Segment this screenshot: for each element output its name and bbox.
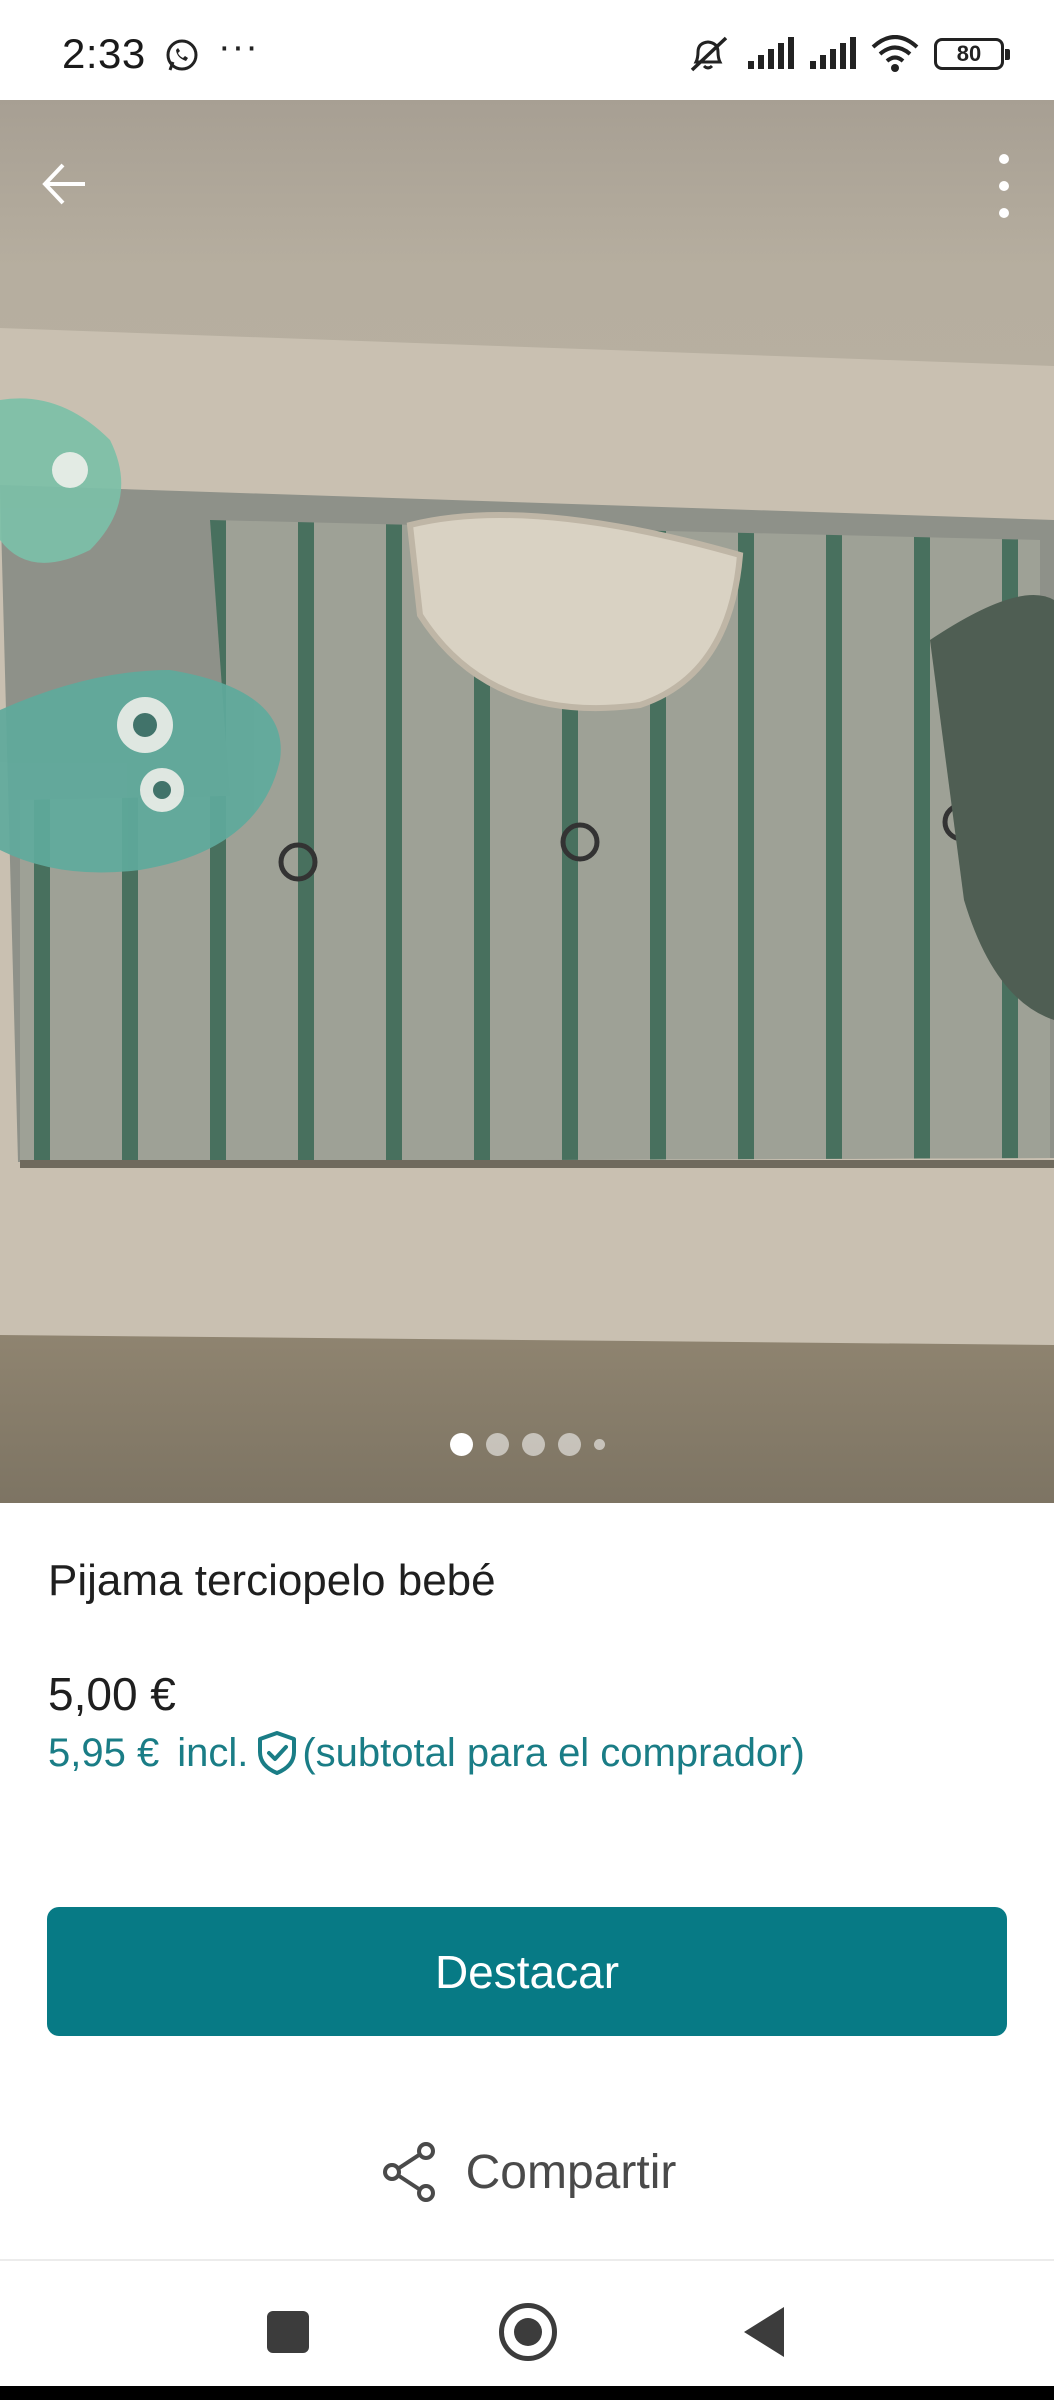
back-button[interactable] [30, 150, 98, 218]
signal-icon [810, 37, 856, 69]
product-photo[interactable] [0, 100, 1054, 1503]
status-overflow: ··· [218, 26, 259, 68]
image-pager[interactable] [0, 1433, 1054, 1456]
system-nav-bar [0, 2261, 1054, 2386]
battery-icon: 80 [934, 38, 1010, 70]
buyer-price-note: (subtotal para el comprador) [302, 1730, 805, 1775]
shield-check-icon [256, 1730, 298, 1776]
pager-dot[interactable] [485, 1433, 509, 1456]
battery-level: 80 [956, 41, 982, 66]
pager-dot[interactable] [593, 1439, 605, 1450]
signal-icon [748, 37, 794, 69]
status-icons: 80 [686, 34, 1010, 74]
product-image [0, 328, 1054, 1345]
pager-dot[interactable] [557, 1433, 581, 1456]
product-title: Pijama terciopelo bebé [48, 1556, 496, 1605]
wifi-icon [871, 35, 919, 72]
highlight-button[interactable]: Destacar [47, 1907, 1007, 2036]
pager-dot[interactable] [521, 1433, 545, 1456]
status-bar: 2:33 ··· 80 [0, 0, 1054, 100]
share-label: Compartir [465, 2145, 677, 2199]
status-time: 2:33 [62, 30, 146, 77]
more-options-button[interactable] [984, 148, 1024, 224]
nav-back-icon[interactable] [744, 2307, 784, 2357]
buyer-price-amount: 5,95 € [48, 1730, 160, 1775]
recents-icon[interactable] [267, 2311, 309, 2353]
mute-icon [690, 36, 728, 72]
share-button[interactable]: Compartir [0, 2132, 1054, 2212]
buyer-price-incl: incl. [177, 1730, 249, 1775]
share-icon [378, 2141, 440, 2203]
home-icon[interactable] [499, 2303, 557, 2361]
bottom-edge [0, 2386, 1054, 2400]
back-arrow-icon [42, 163, 85, 205]
more-vertical-icon [999, 154, 1009, 164]
pager-dot[interactable] [449, 1433, 473, 1456]
whatsapp-icon [166, 39, 198, 71]
buyer-price-info[interactable]: 5,95 € incl. (subtotal para el comprador… [48, 1728, 805, 1778]
product-price: 5,00 € [48, 1668, 176, 1720]
